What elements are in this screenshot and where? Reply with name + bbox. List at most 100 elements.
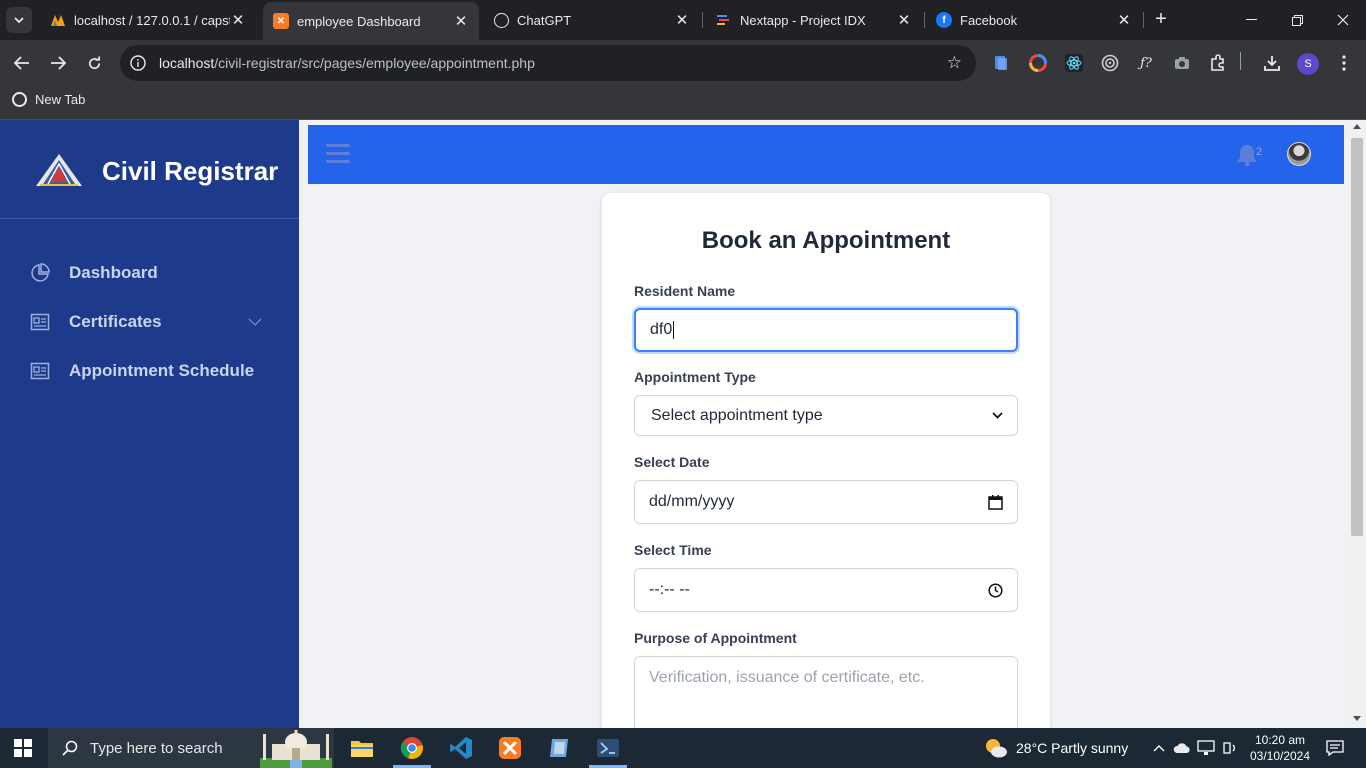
file-explorer-icon[interactable] [348, 734, 376, 762]
chrome-icon[interactable] [398, 734, 426, 762]
weather-widget[interactable]: 28°C Partly sunny [984, 737, 1128, 759]
time-input[interactable]: --:-- -- [634, 568, 1018, 612]
system-clock[interactable]: 10:20 am 03/10/2024 [1240, 732, 1320, 764]
color-picker-icon[interactable] [1027, 52, 1049, 74]
generic-app-icon[interactable] [545, 734, 573, 762]
form-title: Book an Appointment [701, 227, 951, 254]
chevron-down-icon [992, 412, 1003, 419]
restore-button[interactable] [1274, 6, 1320, 34]
url-host: localhost [159, 55, 215, 71]
resident-name-value: df0 [650, 321, 673, 338]
close-icon[interactable]: ✕ [230, 11, 246, 29]
downloads-icon[interactable] [1261, 52, 1283, 74]
sidebar-item-dashboard[interactable]: Dashboard [0, 253, 299, 293]
screenshot-camera-icon[interactable] [1171, 52, 1193, 74]
hamburger-menu-icon[interactable] [326, 144, 350, 164]
tab-search-button[interactable] [6, 7, 32, 33]
purpose-textarea[interactable]: Verification, issuance of certificate, e… [634, 656, 1018, 728]
date-placeholder: dd/mm/yyyy [649, 493, 735, 510]
notification-count: 2 [1256, 146, 1263, 158]
taskbar-search-box[interactable]: Type here to search [48, 728, 334, 768]
xampp-icon[interactable] [496, 734, 524, 762]
new-tab-button[interactable]: + [1150, 8, 1172, 30]
scroll-up-arrow[interactable] [1353, 124, 1361, 129]
taskbar-search-placeholder: Type here to search [90, 739, 223, 757]
sidebar-item-certificates[interactable]: Certificates [0, 302, 299, 342]
scroll-down-arrow[interactable] [1353, 716, 1361, 721]
clock-time: 10:20 am [1254, 733, 1306, 747]
date-input[interactable]: dd/mm/yyyy [634, 480, 1018, 524]
tab-title: Facebook [960, 12, 1018, 28]
onedrive-cloud-icon[interactable] [1173, 739, 1191, 757]
pie-chart-icon [31, 263, 50, 282]
tab-project-idx[interactable]: Nextapp - Project IDX ✕ [706, 4, 922, 36]
minimize-icon [1245, 19, 1257, 20]
partly-sunny-icon [986, 739, 1007, 758]
toolbar-divider [1240, 52, 1241, 70]
more-options-icon[interactable] [1333, 52, 1355, 74]
notification-bell-icon[interactable] [1236, 143, 1258, 167]
scrollbar-thumb[interactable] [1351, 138, 1363, 536]
bookmark-label: New Tab [35, 92, 86, 107]
user-avatar[interactable] [1287, 142, 1311, 166]
close-icon[interactable]: ✕ [1116, 11, 1132, 29]
sidebar-item-label: Certificates [69, 312, 162, 331]
address-bar[interactable]: localhost/civil-registrar/src/pages/empl… [120, 45, 976, 81]
tab-separator [1143, 12, 1144, 28]
extensions-puzzle-icon[interactable] [1207, 52, 1229, 74]
appointment-type-select[interactable]: Select appointment type [634, 395, 1018, 436]
chevron-up-icon[interactable] [1150, 739, 1168, 757]
network-icon[interactable] [1197, 739, 1215, 757]
google-docs-offline-icon[interactable] [990, 52, 1012, 74]
close-window-button[interactable] [1320, 6, 1366, 34]
bookmark-star-icon[interactable]: ☆ [947, 53, 962, 73]
reload-button[interactable] [81, 50, 107, 76]
browser-toolbar: localhost/civil-registrar/src/pages/empl… [0, 40, 1366, 86]
terminal-app-icon[interactable] [594, 734, 622, 762]
windows-start-icon[interactable] [14, 739, 32, 757]
volume-icon[interactable] [1221, 739, 1239, 757]
profile-avatar[interactable]: S [1297, 53, 1319, 75]
arrow-left-icon [14, 56, 29, 70]
bookmarks-bar: New Tab [0, 86, 1366, 120]
purpose-label: Purpose of Appointment [634, 630, 797, 646]
chatgpt-icon [494, 12, 509, 28]
chevron-down-icon[interactable] [248, 317, 262, 327]
windows-taskbar: Type here to search 28°C Partly sunny 10… [0, 728, 1366, 768]
select-time-label: Select Time [634, 542, 712, 558]
tab-chatgpt[interactable]: ChatGPT ✕ [484, 4, 700, 36]
purpose-placeholder: Verification, issuance of certificate, e… [649, 669, 925, 686]
close-icon[interactable]: ✕ [896, 11, 912, 29]
react-devtools-icon[interactable] [1063, 52, 1085, 74]
url-path: /civil-registrar/src/pages/employee/appo… [214, 55, 535, 71]
tab-facebook[interactable]: f Facebook ✕ [926, 4, 1142, 36]
tab-phpmyadmin[interactable]: localhost / 127.0.0.1 / capsto ✕ [40, 4, 256, 36]
font-finder-icon[interactable]: ƒ? [1135, 52, 1157, 74]
close-icon[interactable]: ✕ [674, 11, 690, 29]
phpmyadmin-icon [50, 12, 66, 28]
close-icon[interactable]: ✕ [453, 12, 469, 30]
civil-registrar-logo [36, 154, 82, 186]
site-info-icon[interactable] [129, 54, 147, 72]
weather-text: 28°C Partly sunny [1016, 740, 1129, 756]
tab-title: Nextapp - Project IDX [740, 12, 866, 28]
sidebar-item-label: Appointment Schedule [69, 361, 255, 380]
chevron-down-icon [14, 16, 24, 23]
vscode-icon[interactable] [447, 734, 475, 762]
notification-center-icon[interactable] [1325, 738, 1345, 758]
resident-name-input[interactable]: df0 [634, 308, 1018, 352]
minimize-button[interactable] [1228, 6, 1274, 34]
back-button[interactable] [9, 50, 35, 76]
clock-icon[interactable] [988, 582, 1003, 598]
restore-icon [1291, 14, 1303, 26]
tab-employee-dashboard[interactable]: ✕ employee Dashboard ✕ [263, 2, 479, 40]
calendar-icon[interactable] [988, 494, 1003, 510]
forward-button[interactable] [45, 50, 71, 76]
target-extension-icon[interactable] [1099, 52, 1121, 74]
page-scrollbar[interactable] [1349, 120, 1366, 728]
search-icon [62, 740, 78, 756]
sidebar-item-appointment-schedule[interactable]: Appointment Schedule [0, 351, 299, 391]
sidebar: Civil Registrar Dashboard Certificates A… [0, 120, 299, 728]
globe-icon [12, 92, 27, 107]
bookmark-new-tab[interactable]: New Tab [12, 92, 85, 107]
